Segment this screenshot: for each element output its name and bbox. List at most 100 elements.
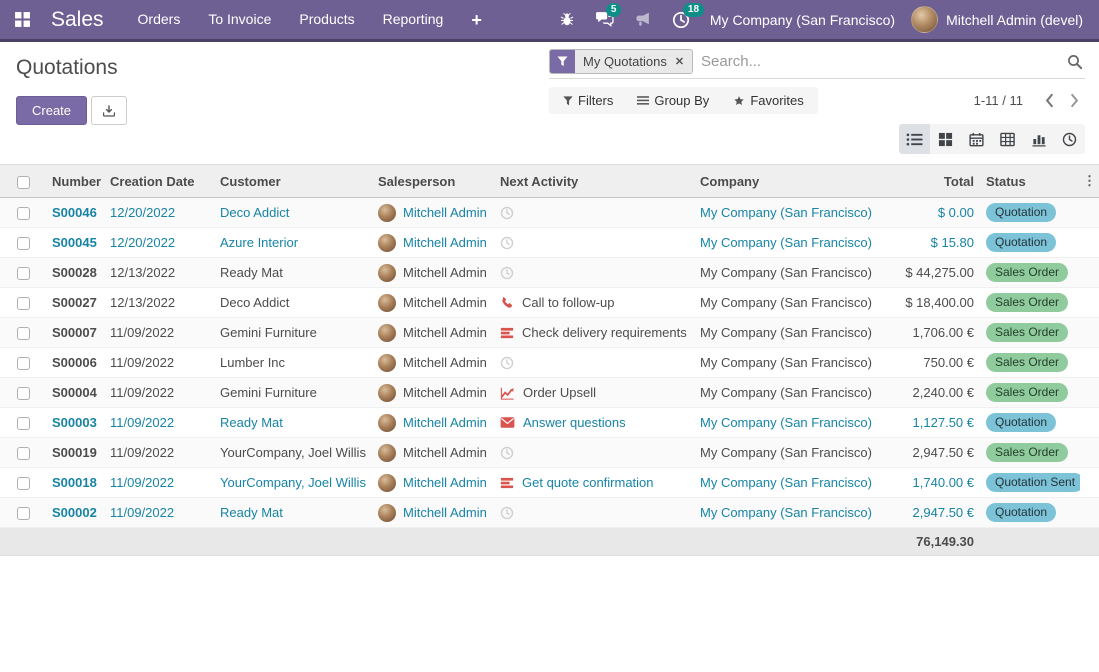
cell-customer[interactable]: Deco Addict: [214, 288, 372, 318]
cell-company[interactable]: My Company (San Francisco): [694, 378, 890, 408]
cell-salesperson[interactable]: Mitchell Admin: [372, 258, 494, 288]
cell-salesperson[interactable]: Mitchell Admin: [372, 348, 494, 378]
cell-number[interactable]: S00006: [46, 348, 104, 378]
row-checkbox[interactable]: [0, 468, 46, 498]
cell-customer[interactable]: Azure Interior: [214, 228, 372, 258]
cell-number[interactable]: S00045: [46, 228, 104, 258]
cell-company[interactable]: My Company (San Francisco): [694, 318, 890, 348]
cell-number[interactable]: S00046: [46, 198, 104, 228]
cell-number[interactable]: S00007: [46, 318, 104, 348]
cell-customer[interactable]: YourCompany, Joel Willis: [214, 438, 372, 468]
announcement-megaphone-icon[interactable]: [634, 11, 652, 28]
cell-customer[interactable]: Deco Addict: [214, 198, 372, 228]
optional-columns-icon[interactable]: ⋮: [1080, 165, 1099, 198]
debug-bug-icon[interactable]: [559, 11, 575, 28]
cell-salesperson[interactable]: Mitchell Admin: [372, 198, 494, 228]
favorites-dropdown[interactable]: Favorites: [721, 87, 815, 114]
select-all-checkbox[interactable]: [0, 165, 46, 198]
header-number[interactable]: Number: [46, 165, 104, 198]
cell-next-activity[interactable]: [494, 438, 694, 468]
cell-customer[interactable]: Lumber Inc: [214, 348, 372, 378]
user-menu[interactable]: Mitchell Admin (devel): [946, 12, 1083, 28]
cell-number[interactable]: S00003: [46, 408, 104, 438]
cell-number[interactable]: S00019: [46, 438, 104, 468]
cell-salesperson[interactable]: Mitchell Admin: [372, 378, 494, 408]
view-switch-pivot[interactable]: [992, 124, 1023, 154]
row-checkbox[interactable]: [0, 198, 46, 228]
row-checkbox[interactable]: [0, 378, 46, 408]
table-row[interactable]: S00018 11/09/2022 YourCompany, Joel Will…: [0, 468, 1099, 498]
cell-company[interactable]: My Company (San Francisco): [694, 468, 890, 498]
view-switch-graph[interactable]: [1023, 124, 1054, 154]
apps-grid-icon[interactable]: [14, 11, 31, 28]
menu-item-to-invoice[interactable]: To Invoice: [194, 0, 285, 39]
header-salesperson[interactable]: Salesperson: [372, 165, 494, 198]
cell-company[interactable]: My Company (San Francisco): [694, 348, 890, 378]
cell-next-activity[interactable]: [494, 348, 694, 378]
cell-next-activity[interactable]: [494, 498, 694, 528]
search-icon[interactable]: [1065, 54, 1085, 70]
header-next-activity[interactable]: Next Activity: [494, 165, 694, 198]
header-total[interactable]: Total: [890, 165, 980, 198]
menu-item-products[interactable]: Products: [285, 0, 368, 39]
cell-next-activity[interactable]: Check delivery requirements: [494, 318, 694, 348]
cell-next-activity[interactable]: Call to follow-up: [494, 288, 694, 318]
app-brand[interactable]: Sales: [51, 8, 104, 32]
clock-icon[interactable]: [500, 206, 514, 220]
cell-creation-date[interactable]: 12/13/2022: [104, 258, 214, 288]
clock-icon[interactable]: [500, 446, 514, 460]
row-checkbox[interactable]: [0, 498, 46, 528]
header-customer[interactable]: Customer: [214, 165, 372, 198]
pager-previous-icon[interactable]: [1039, 93, 1059, 108]
clock-icon[interactable]: [500, 506, 514, 520]
cell-creation-date[interactable]: 11/09/2022: [104, 318, 214, 348]
cell-next-activity[interactable]: Answer questions: [494, 408, 694, 438]
plus-menu-icon[interactable]: +: [457, 1, 496, 39]
cell-salesperson[interactable]: Mitchell Admin: [372, 408, 494, 438]
table-row[interactable]: S00027 12/13/2022 Deco Addict Mitchell A…: [0, 288, 1099, 318]
row-checkbox[interactable]: [0, 438, 46, 468]
cell-next-activity[interactable]: [494, 258, 694, 288]
table-row[interactable]: S00045 12/20/2022 Azure Interior Mitchel…: [0, 228, 1099, 258]
table-row[interactable]: S00006 11/09/2022 Lumber Inc Mitchell Ad…: [0, 348, 1099, 378]
row-checkbox[interactable]: [0, 318, 46, 348]
cell-customer[interactable]: Ready Mat: [214, 408, 372, 438]
row-checkbox[interactable]: [0, 258, 46, 288]
menu-item-orders[interactable]: Orders: [124, 0, 195, 39]
cell-creation-date[interactable]: 12/20/2022: [104, 228, 214, 258]
cell-number[interactable]: S00027: [46, 288, 104, 318]
cell-next-activity[interactable]: Get quote confirmation: [494, 468, 694, 498]
activities-clock-icon[interactable]: 18: [672, 11, 690, 29]
cell-number[interactable]: S00018: [46, 468, 104, 498]
create-button[interactable]: Create: [16, 96, 87, 125]
table-row[interactable]: S00019 11/09/2022 YourCompany, Joel Will…: [0, 438, 1099, 468]
cell-salesperson[interactable]: Mitchell Admin: [372, 288, 494, 318]
search-facet[interactable]: My Quotations ✕: [549, 49, 693, 74]
cell-company[interactable]: My Company (San Francisco): [694, 498, 890, 528]
export-button[interactable]: [91, 96, 127, 125]
cell-company[interactable]: My Company (San Francisco): [694, 288, 890, 318]
cell-salesperson[interactable]: Mitchell Admin: [372, 498, 494, 528]
cell-salesperson[interactable]: Mitchell Admin: [372, 438, 494, 468]
view-switch-list[interactable]: [899, 124, 930, 154]
cell-creation-date[interactable]: 11/09/2022: [104, 468, 214, 498]
cell-salesperson[interactable]: Mitchell Admin: [372, 468, 494, 498]
cell-number[interactable]: S00004: [46, 378, 104, 408]
group-by-dropdown[interactable]: Group By: [625, 87, 721, 114]
cell-company[interactable]: My Company (San Francisco): [694, 438, 890, 468]
table-row[interactable]: S00046 12/20/2022 Deco Addict Mitchell A…: [0, 198, 1099, 228]
header-company[interactable]: Company: [694, 165, 890, 198]
cell-next-activity[interactable]: [494, 198, 694, 228]
menu-item-reporting[interactable]: Reporting: [369, 0, 458, 39]
view-switch-kanban[interactable]: [930, 124, 961, 154]
row-checkbox[interactable]: [0, 288, 46, 318]
row-checkbox[interactable]: [0, 228, 46, 258]
cell-customer[interactable]: Gemini Furniture: [214, 378, 372, 408]
user-avatar[interactable]: [911, 6, 938, 33]
cell-customer[interactable]: Ready Mat: [214, 498, 372, 528]
phone-icon[interactable]: [500, 296, 514, 310]
clock-icon[interactable]: [500, 236, 514, 250]
row-checkbox[interactable]: [0, 408, 46, 438]
cell-creation-date[interactable]: 12/13/2022: [104, 288, 214, 318]
row-checkbox[interactable]: [0, 348, 46, 378]
